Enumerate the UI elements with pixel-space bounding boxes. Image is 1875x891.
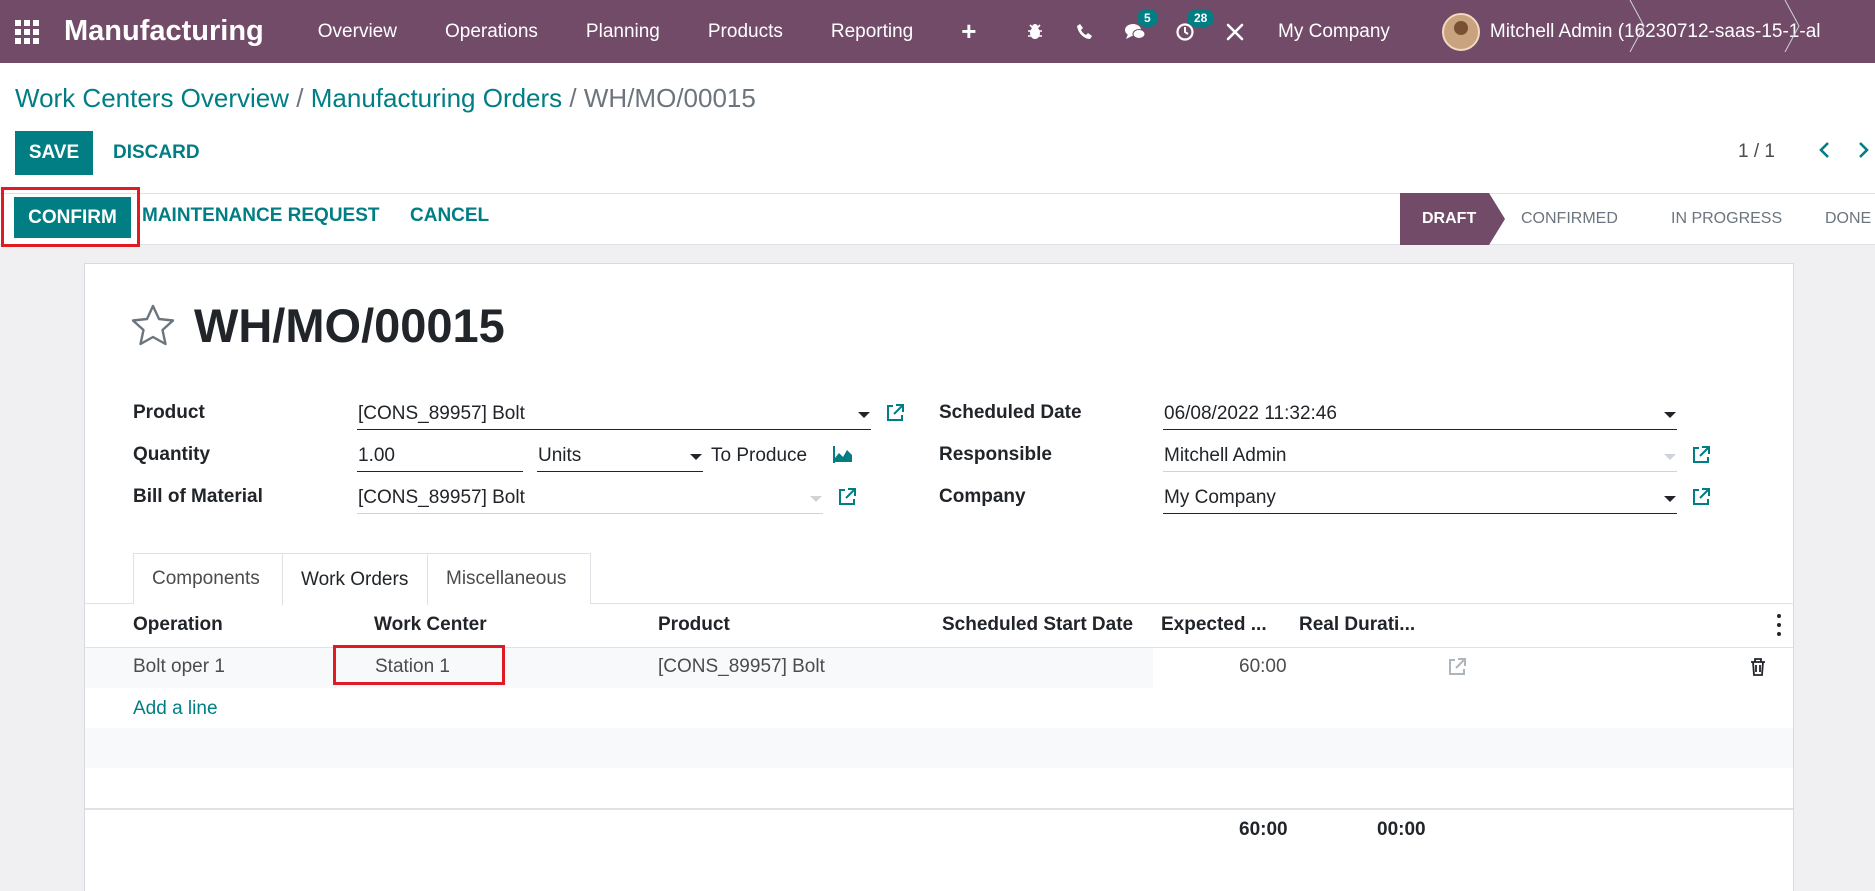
tab-work-orders[interactable]: Work Orders xyxy=(282,553,428,605)
empty-row xyxy=(85,728,1793,768)
activity-clock-icon[interactable]: 28 xyxy=(1160,0,1215,63)
menu-overview[interactable]: Overview xyxy=(294,0,421,63)
trash-icon[interactable] xyxy=(1747,656,1769,678)
scheduled-date-label: Scheduled Date xyxy=(939,402,1082,423)
scheduled-date-field[interactable]: 06/08/2022 11:32:46 xyxy=(1164,403,1337,425)
column-scheduled-start[interactable]: Scheduled Start Date xyxy=(942,614,1133,636)
cell-operation[interactable]: Bolt oper 1 xyxy=(133,656,225,678)
quantity-field-underline xyxy=(357,471,523,472)
breadcrumb-manufacturing-orders[interactable]: Manufacturing Orders xyxy=(311,83,562,113)
main-menu: Overview Operations Planning Products Re… xyxy=(294,0,1001,63)
quantity-label: Quantity xyxy=(133,444,211,465)
breadcrumb-separator: / xyxy=(569,83,577,113)
work-center-highlight-box xyxy=(333,645,505,685)
column-operation[interactable]: Operation xyxy=(133,614,223,636)
chat-icon[interactable]: 5 xyxy=(1110,0,1160,63)
maintenance-request-button[interactable]: MAINTENANCE REQUEST xyxy=(142,205,380,227)
breadcrumb-work-centers[interactable]: Work Centers Overview xyxy=(15,83,289,113)
bom-field-underline xyxy=(357,513,823,514)
product-field[interactable]: [CONS_89957] Bolt xyxy=(358,403,525,425)
record-title: WH/MO/00015 xyxy=(194,299,505,352)
column-options-icon[interactable] xyxy=(1777,614,1783,636)
column-real-duration[interactable]: Real Durati... xyxy=(1299,614,1415,636)
external-link-icon[interactable] xyxy=(1690,486,1712,508)
company-field[interactable]: My Company xyxy=(1164,487,1276,509)
footer-divider xyxy=(85,808,1793,810)
cell-product[interactable]: [CONS_89957] Bolt xyxy=(658,656,825,678)
menu-products[interactable]: Products xyxy=(684,0,807,63)
chevron-down-icon[interactable] xyxy=(690,454,702,460)
company-switcher[interactable]: My Company xyxy=(1278,21,1390,43)
column-product[interactable]: Product xyxy=(658,614,730,636)
company-label: Company xyxy=(939,486,1026,507)
menu-operations[interactable]: Operations xyxy=(421,0,562,63)
stage-in-progress[interactable]: IN PROGRESS xyxy=(1649,193,1803,245)
chevron-down-icon[interactable] xyxy=(1664,496,1676,502)
product-field-underline xyxy=(357,429,871,430)
cell-expected-duration[interactable]: 60:00 xyxy=(1239,656,1287,678)
bom-label: Bill of Material xyxy=(133,486,263,507)
user-menu[interactable]: Mitchell Admin (16230712-saas-15-1-al xyxy=(1490,21,1821,43)
confirm-highlight-box xyxy=(1,187,140,247)
uom-field-underline xyxy=(537,471,703,472)
chevron-down-icon[interactable] xyxy=(1664,412,1676,418)
responsible-label: Responsible xyxy=(939,444,1052,465)
discard-button[interactable]: DISCARD xyxy=(105,131,208,175)
control-panel: Work Centers Overview / Manufacturing Or… xyxy=(0,63,1875,193)
scheduled-date-underline xyxy=(1163,429,1677,430)
bug-icon[interactable] xyxy=(1010,0,1060,63)
apps-menu-icon[interactable] xyxy=(0,0,54,63)
stage-separator-icon xyxy=(1784,0,1800,52)
chevron-down-icon[interactable] xyxy=(1664,454,1676,460)
stage-draft[interactable]: DRAFT xyxy=(1400,193,1505,245)
systray: 5 28 My Company Mitchell Admin (16230712… xyxy=(1010,0,1820,63)
quantity-field[interactable]: 1.00 xyxy=(358,445,395,467)
tab-components[interactable]: Components xyxy=(133,553,283,604)
menu-planning[interactable]: Planning xyxy=(562,0,684,63)
product-label: Product xyxy=(133,402,205,423)
top-navbar: Manufacturing Overview Operations Planni… xyxy=(0,0,1875,63)
company-field-underline xyxy=(1163,513,1677,514)
total-expected-duration: 60:00 xyxy=(1239,819,1288,840)
tab-miscellaneous[interactable]: Miscellaneous xyxy=(427,553,591,604)
save-button[interactable]: SAVE xyxy=(15,131,93,175)
column-work-center[interactable]: Work Center xyxy=(374,614,487,636)
menu-reporting[interactable]: Reporting xyxy=(807,0,937,63)
area-chart-icon[interactable] xyxy=(832,444,854,466)
breadcrumb-separator: / xyxy=(296,83,304,113)
to-produce-label: To Produce xyxy=(711,445,808,466)
add-line-link[interactable]: Add a line xyxy=(133,698,218,720)
external-link-icon[interactable] xyxy=(884,402,906,424)
chevron-left-icon[interactable] xyxy=(1812,135,1838,165)
chevron-down-icon[interactable] xyxy=(858,412,870,418)
total-real-duration: 00:00 xyxy=(1377,819,1426,840)
tools-icon[interactable] xyxy=(1210,0,1260,63)
phone-icon[interactable] xyxy=(1060,0,1110,63)
column-expected-duration[interactable]: Expected ... xyxy=(1161,614,1267,636)
stage-done[interactable]: DONE xyxy=(1803,193,1875,245)
responsible-field[interactable]: Mitchell Admin xyxy=(1164,445,1287,467)
app-name[interactable]: Manufacturing xyxy=(64,15,264,48)
breadcrumb: Work Centers Overview / Manufacturing Or… xyxy=(15,83,756,114)
chevron-down-icon[interactable] xyxy=(810,496,822,502)
stage-pipeline: DRAFT CONFIRMED IN PROGRESS DONE xyxy=(1400,193,1875,245)
star-icon[interactable] xyxy=(130,303,176,349)
pager-value[interactable]: 1 / 1 xyxy=(1738,141,1775,163)
external-link-icon[interactable] xyxy=(836,486,858,508)
external-link-icon[interactable] xyxy=(1446,656,1468,678)
external-link-icon[interactable] xyxy=(1690,444,1712,466)
messages-badge: 5 xyxy=(1137,9,1158,27)
uom-field[interactable]: Units xyxy=(538,445,581,467)
stage-separator-icon xyxy=(1629,0,1645,52)
chevron-right-icon[interactable] xyxy=(1850,135,1875,165)
stage-confirmed[interactable]: CONFIRMED xyxy=(1489,193,1649,245)
breadcrumb-current: WH/MO/00015 xyxy=(583,83,756,113)
bom-field[interactable]: [CONS_89957] Bolt xyxy=(358,487,525,509)
user-avatar[interactable] xyxy=(1441,12,1480,51)
responsible-field-underline xyxy=(1163,471,1677,472)
plus-icon[interactable]: + xyxy=(937,0,1000,63)
cancel-button[interactable]: CANCEL xyxy=(410,205,489,227)
